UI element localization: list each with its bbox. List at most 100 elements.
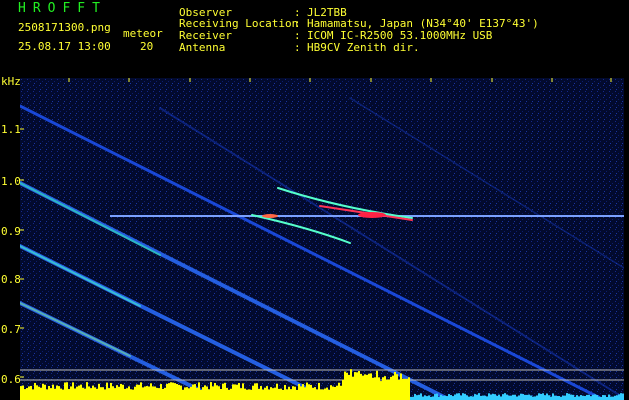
level-bar [172,382,174,400]
level-bar [446,396,448,400]
level-bar [396,374,398,400]
level-bar [64,382,66,400]
level-bar [158,388,160,400]
level-bar [400,373,402,400]
level-bar [330,385,332,400]
level-bar [508,395,510,400]
level-bar [328,389,330,400]
level-bar [434,394,436,400]
level-bar [566,393,568,400]
level-bar [490,394,492,400]
level-bar [260,386,262,400]
level-bar [118,386,120,400]
level-bar [148,386,150,400]
level-bar [530,395,532,400]
level-bar [558,396,560,400]
level-bar [238,383,240,400]
y-tick-1.0: 1.0 [1,175,21,188]
level-bar [306,382,308,400]
level-bar [366,374,368,400]
level-bar [98,383,100,400]
level-bar [416,395,418,400]
level-bar [266,386,268,400]
level-bar [110,382,112,400]
level-bar [188,388,190,400]
level-bar [106,382,108,400]
level-bar [404,378,406,400]
level-bar [166,383,168,400]
level-bar [426,396,428,400]
level-bar [382,377,384,400]
level-bar [620,393,622,400]
level-bar [418,394,420,400]
level-bar [586,394,588,400]
level-bar [454,394,456,400]
level-bar [520,393,522,400]
level-bar [498,394,500,400]
level-bar [282,389,284,400]
level-bar [122,384,124,400]
level-bar [360,373,362,400]
level-bar [86,382,88,400]
level-bar [160,384,162,400]
level-bar [128,386,130,400]
level-bar [108,388,110,400]
level-bar [470,396,472,400]
level-bar [398,379,400,400]
level-bar [542,393,544,400]
level-bar [544,395,546,400]
level-bar [462,393,464,400]
level-bar [80,384,82,400]
filename: 2508171300.png [18,21,111,34]
level-bar [280,388,282,400]
level-bar [116,385,118,400]
level-bar [92,385,94,400]
level-bar [94,387,96,400]
level-bar [74,388,76,400]
level-bar [22,385,24,400]
level-bar [368,373,370,400]
level-bar [134,386,136,400]
level-bar [220,388,222,400]
level-bar [292,386,294,400]
level-bar [176,384,178,400]
level-bar [582,395,584,400]
level-bar [184,387,186,400]
level-bar [40,387,42,400]
level-bar [232,384,234,400]
level-bar [550,396,552,400]
level-bar [286,389,288,400]
level-bar [618,394,620,400]
level-bar [212,386,214,400]
level-bar [84,388,86,400]
level-bar [472,396,474,400]
level-bar [210,382,212,400]
level-bar [102,387,104,400]
level-bar [464,393,466,400]
level-bar [380,381,382,400]
app-logo: HROFFT [18,1,107,16]
level-bar [342,379,344,400]
level-bar [164,387,166,400]
level-bar [130,389,132,400]
level-bar [142,387,144,400]
level-bar [120,383,122,400]
antenna-value: HB9CV Zenith dir. [307,41,420,54]
level-bar [88,386,90,400]
level-bar [274,387,276,400]
level-bar [488,393,490,400]
level-bar [358,370,360,400]
level-bar [190,386,192,400]
level-bar [288,386,290,400]
y-tick-0.9: 0.9 [1,225,21,238]
level-bar [340,385,342,400]
level-bar [44,384,46,400]
level-bar [390,376,392,400]
level-bar [284,385,286,400]
level-bar [24,389,26,400]
level-bar [192,384,194,400]
level-bar [338,382,340,400]
level-bar [322,389,324,400]
level-bar [316,389,318,400]
datetime: 25.08.17 13:00 [18,40,111,53]
